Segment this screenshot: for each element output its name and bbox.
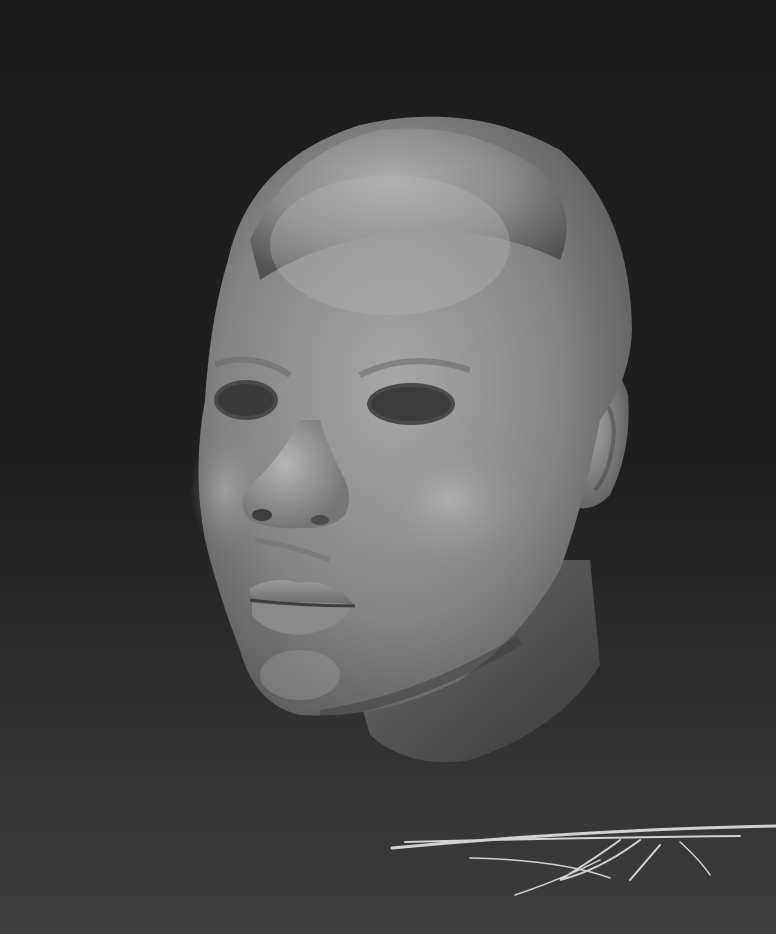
- right-cheek: [365, 430, 535, 570]
- head-render: [190, 116, 776, 896]
- render-viewport: [0, 0, 776, 934]
- signature-mark: [390, 824, 776, 896]
